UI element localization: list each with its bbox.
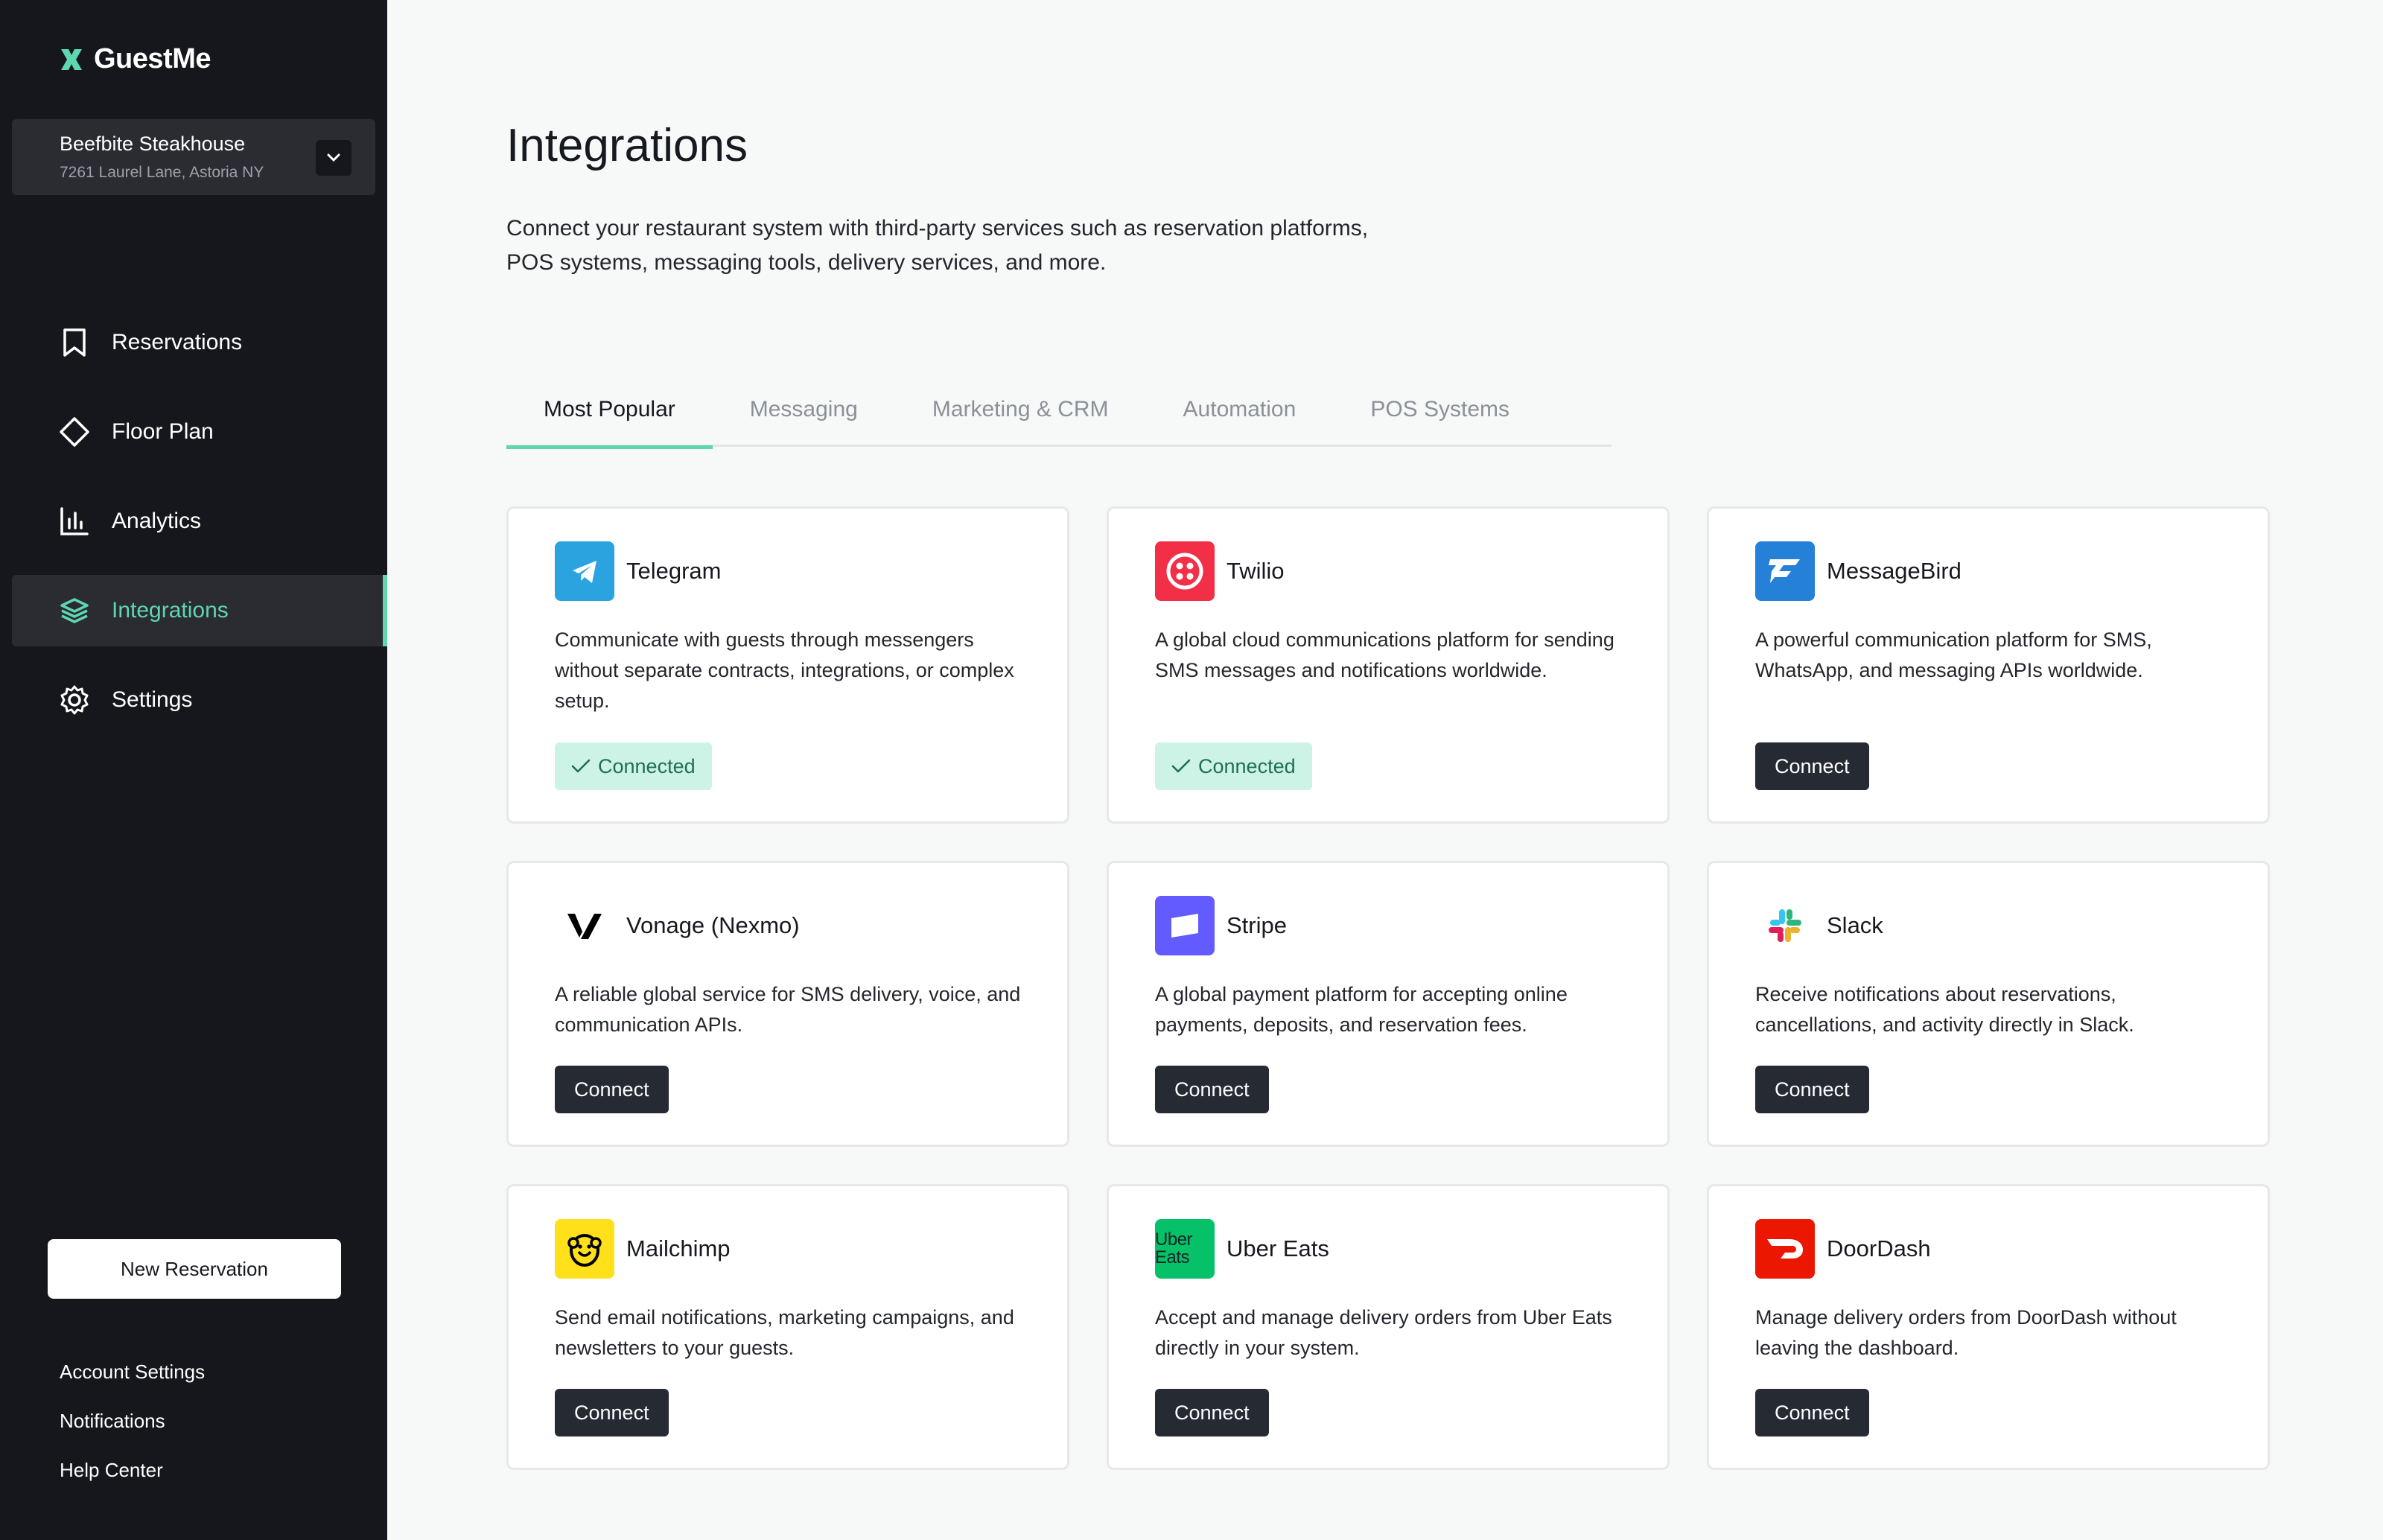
venue-address: 7261 Laurel Lane, Astoria NY [60,164,264,181]
integration-description: Accept and manage delivery orders from U… [1155,1306,1612,1359]
connected-badge: Connected [1155,742,1312,790]
category-tabs: Most Popular Messaging Marketing & CRM A… [506,372,1612,449]
uber-eats-icon: Uber Eats [1155,1219,1215,1279]
help-center-link[interactable]: Help Center [60,1455,205,1504]
slack-icon [1755,896,1815,955]
tab-automation[interactable]: Automation [1146,372,1334,447]
connect-button[interactable]: Connect [1155,1389,1269,1436]
integration-description: A global cloud communications platform f… [1155,629,1614,681]
tab-messaging[interactable]: Messaging [713,372,895,447]
nav-item-analytics[interactable]: Analytics [12,486,387,557]
integration-description: A global payment platform for accepting … [1155,983,1568,1036]
stripe-icon [1155,896,1215,955]
connect-button[interactable]: Connect [555,1389,669,1436]
mailchimp-icon [555,1219,614,1279]
integration-card-doordash: DoorDash Manage delivery orders from Doo… [1707,1184,2270,1470]
integration-description: A powerful communication platform for SM… [1755,629,2152,681]
integration-name: Telegram [626,558,722,584]
floor-plan-icon [60,417,89,447]
layers-icon [60,598,89,623]
notifications-link[interactable]: Notifications [60,1406,205,1455]
integration-card-stripe: Stripe A global payment platform for acc… [1107,861,1670,1147]
account-settings-link[interactable]: Account Settings [60,1357,205,1406]
venue-switcher[interactable]: Beefbite Steakhouse 7261 Laurel Lane, As… [12,119,375,195]
integration-description: Communicate with guests through messenge… [555,629,1014,712]
venue-name: Beefbite Steakhouse [60,133,246,155]
integration-name: MessageBird [1827,558,1962,584]
app-logo[interactable]: GuestMe [58,43,211,75]
nav-item-integrations[interactable]: Integrations [12,575,387,646]
page-description-line: POS systems, messaging tools, delivery s… [506,250,1107,275]
tab-marketing-crm[interactable]: Marketing & CRM [895,372,1146,447]
messagebird-icon [1755,541,1815,601]
integration-name: Slack [1827,912,1883,938]
connected-label: Connected [1198,754,1296,777]
main-nav: Reservations Floor Plan Analytics Integr… [12,307,387,754]
nav-label: Analytics [112,509,202,533]
page-description-line: Connect your restaurant system with thir… [506,216,1369,241]
nav-label: Integrations [112,598,229,623]
check-icon [571,759,591,773]
integration-description: Receive notifications about reservations… [1755,983,2134,1036]
vonage-icon [555,896,614,955]
nav-item-reservations[interactable]: Reservations [12,307,387,378]
integration-name: Vonage (Nexmo) [626,912,800,938]
venue-dropdown-button[interactable] [316,140,351,176]
connect-button[interactable]: Connect [1755,1066,1869,1113]
integration-card-twilio: Twilio A global cloud communications pla… [1107,506,1670,824]
connect-button[interactable]: Connect [1155,1066,1269,1113]
page-description: Connect your restaurant system with thir… [506,211,1549,280]
connected-label: Connected [598,754,696,777]
integration-card-slack: Slack Receive notifications about reserv… [1707,861,2270,1147]
footer-links: Account Settings Notifications Help Cent… [60,1357,205,1504]
chevron-down-icon [327,153,340,162]
integration-description: Manage delivery orders from DoorDash wit… [1755,1306,2177,1359]
nav-item-settings[interactable]: Settings [12,664,387,736]
nav-label: Reservations [112,330,243,354]
integration-name: Mailchimp [626,1235,731,1261]
nav-label: Settings [112,687,193,712]
integration-description: Send email notifications, marketing camp… [555,1306,1014,1359]
app-name: GuestMe [94,43,211,74]
integration-card-mailchimp: Mailchimp Send email notifications, mark… [506,1184,1069,1470]
integration-name: Uber Eats [1227,1235,1329,1261]
tab-most-popular[interactable]: Most Popular [506,372,713,449]
sidebar: GuestMe Beefbite Steakhouse 7261 Laurel … [0,0,387,1540]
chart-icon [60,507,89,535]
tab-pos-systems[interactable]: POS Systems [1333,372,1547,447]
integration-card-messagebird: MessageBird A powerful communication pla… [1707,506,2270,824]
gear-icon [60,685,89,715]
twilio-icon [1155,541,1215,601]
integration-card-vonage: Vonage (Nexmo) A reliable global service… [506,861,1069,1147]
check-icon [1171,759,1191,773]
connected-badge: Connected [555,742,712,790]
guestme-logo-icon [61,48,82,70]
doordash-icon [1755,1219,1815,1279]
nav-label: Floor Plan [112,419,214,444]
uber-eats-logo-text: Uber Eats [1155,1229,1193,1267]
integration-card-uber-eats: Uber Eats Uber Eats Accept and manage de… [1107,1184,1670,1470]
telegram-icon [555,541,614,601]
nav-item-floor-plan[interactable]: Floor Plan [12,396,387,468]
bookmark-icon [63,328,86,357]
page-title: Integrations [506,120,748,171]
connect-button[interactable]: Connect [555,1066,669,1113]
new-reservation-button[interactable]: New Reservation [48,1239,341,1299]
connect-button[interactable]: Connect [1755,1389,1869,1436]
integration-name: Twilio [1227,558,1285,584]
integration-name: DoorDash [1827,1235,1931,1261]
integration-name: Stripe [1227,912,1287,938]
integration-card-telegram: Telegram Communicate with guests through… [506,506,1069,824]
connect-button[interactable]: Connect [1755,742,1869,790]
integration-description: A reliable global service for SMS delive… [555,983,1021,1036]
